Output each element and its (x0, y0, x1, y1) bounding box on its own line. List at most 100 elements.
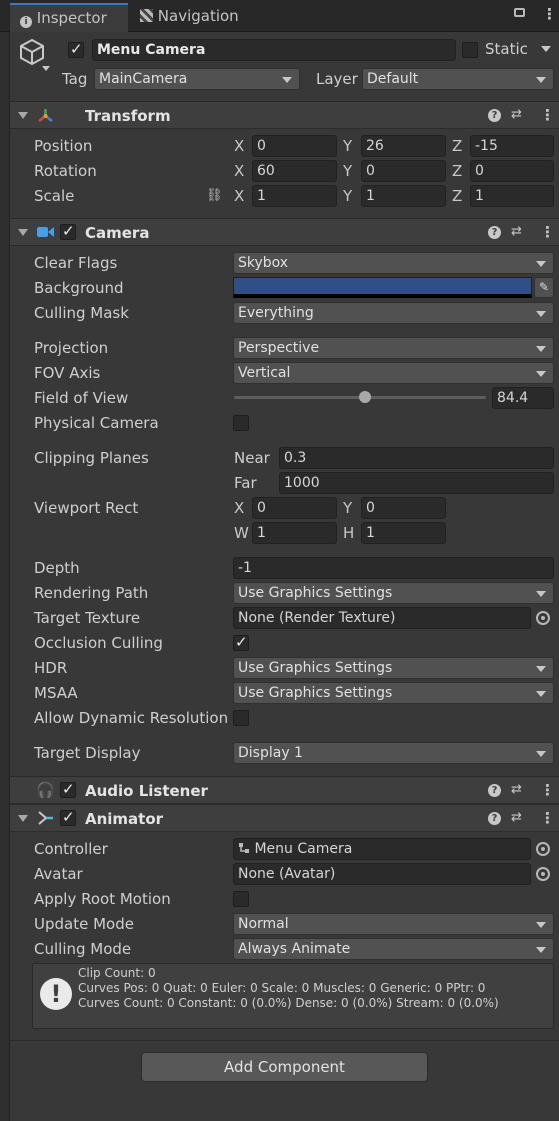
info-line-clip-count: Clip Count: 0 (78, 966, 156, 980)
static-checkbox[interactable] (462, 42, 478, 58)
dynamic-resolution-label: Allow Dynamic Resolution (34, 709, 229, 727)
culling-mask-label: Culling Mask (34, 304, 129, 322)
object-picker-icon[interactable] (536, 842, 550, 856)
dynamic-resolution-checkbox[interactable] (233, 710, 249, 726)
icon-dropdown-caret[interactable] (42, 66, 50, 71)
viewport-h-field[interactable]: 1 (361, 522, 446, 544)
rotation-x-field[interactable]: 60 (252, 160, 337, 182)
rotation-z-label[interactable]: Z (452, 162, 462, 180)
layer-dropdown[interactable]: Default (362, 68, 554, 90)
object-picker-icon[interactable] (536, 867, 550, 881)
tag-dropdown[interactable]: MainCamera (94, 68, 300, 90)
scale-x-field[interactable]: 1 (252, 185, 337, 207)
viewport-y-label[interactable]: Y (343, 499, 352, 517)
viewport-x-label[interactable]: X (234, 499, 244, 517)
fov-slider-thumb[interactable] (359, 391, 372, 403)
viewport-x-field[interactable]: 0 (252, 497, 337, 519)
help-icon[interactable]: ? (488, 109, 501, 122)
far-field[interactable]: 1000 (279, 472, 554, 494)
constrain-proportions-icon[interactable]: ⛓ (206, 188, 223, 203)
foldout-arrow-icon[interactable] (18, 229, 28, 236)
avatar-field[interactable]: None (Avatar) (233, 863, 531, 885)
preset-icon[interactable]: ⇄ (511, 782, 522, 797)
tag-value: MainCamera (99, 71, 188, 87)
tab-bar: i Inspector Navigation ⋮ (0, 0, 559, 32)
active-checkbox[interactable] (68, 40, 84, 58)
position-x-field[interactable]: 0 (252, 135, 337, 157)
position-y-field[interactable]: 26 (361, 135, 446, 157)
static-dropdown-caret[interactable] (541, 46, 551, 52)
add-component-button[interactable]: Add Component (141, 1052, 428, 1082)
transform-icon (37, 107, 54, 124)
object-picker-icon[interactable] (536, 611, 550, 625)
lock-icon[interactable] (514, 8, 525, 17)
context-menu-icon[interactable]: ⋮ (540, 223, 555, 241)
projection-dropdown[interactable]: Perspective (233, 337, 554, 359)
rendering-path-value: Use Graphics Settings (238, 585, 393, 601)
context-menu-icon[interactable]: ⋮ (540, 106, 555, 124)
help-icon[interactable]: ? (488, 226, 501, 239)
fov-value-field[interactable]: 84.4 (492, 387, 554, 409)
camera-enabled-checkbox[interactable] (60, 222, 76, 240)
viewport-w-label[interactable]: W (234, 524, 249, 542)
position-z-label[interactable]: Z (452, 137, 462, 155)
msaa-dropdown[interactable]: Use Graphics Settings (233, 682, 554, 704)
controller-field[interactable]: Menu Camera (233, 838, 531, 860)
near-field[interactable]: 0.3 (279, 447, 554, 469)
background-color-field[interactable] (233, 277, 532, 298)
context-menu-icon[interactable]: ⋮ (540, 781, 555, 799)
culling-mode-dropdown[interactable]: Always Animate (233, 938, 554, 960)
tab-inspector[interactable]: i Inspector (10, 3, 128, 32)
rotation-y-field[interactable]: 0 (361, 160, 446, 182)
eyedropper-icon[interactable]: ✎ (534, 277, 554, 298)
help-icon[interactable]: ? (488, 784, 501, 797)
physical-camera-label: Physical Camera (34, 414, 159, 432)
tab-navigation[interactable]: Navigation (130, 3, 260, 32)
scale-y-label[interactable]: Y (343, 187, 352, 205)
tab-menu-icon[interactable]: ⋮ (542, 5, 557, 23)
gameobject-icon[interactable] (18, 38, 46, 66)
help-icon[interactable]: ? (488, 812, 501, 825)
context-menu-icon[interactable]: ⋮ (540, 809, 555, 827)
preset-icon[interactable]: ⇄ (511, 224, 522, 239)
chevron-down-icon (536, 371, 546, 377)
rotation-z-field[interactable]: 0 (470, 160, 554, 182)
scale-z-field[interactable]: 1 (470, 185, 554, 207)
physical-camera-checkbox[interactable] (233, 415, 249, 431)
chevron-down-icon (536, 751, 546, 757)
position-z-field[interactable]: -15 (470, 135, 554, 157)
audio-listener-enabled-checkbox[interactable] (60, 780, 76, 798)
clear-flags-dropdown[interactable]: Skybox (233, 252, 554, 274)
chevron-down-icon (536, 947, 546, 953)
culling-mask-dropdown[interactable]: Everything (233, 302, 554, 324)
preset-icon[interactable]: ⇄ (511, 107, 522, 122)
position-x-label[interactable]: X (234, 137, 244, 155)
camera-title: Camera (85, 224, 150, 242)
apply-root-motion-checkbox[interactable] (233, 891, 249, 907)
warning-icon: ! (40, 978, 72, 1010)
foldout-arrow-icon[interactable] (18, 112, 28, 119)
scale-z-label[interactable]: Z (452, 187, 462, 205)
depth-field[interactable]: -1 (233, 557, 554, 579)
preset-icon[interactable]: ⇄ (511, 810, 522, 825)
update-mode-dropdown[interactable]: Normal (233, 913, 554, 935)
position-y-label[interactable]: Y (343, 137, 352, 155)
target-texture-field[interactable]: None (Render Texture) (233, 607, 531, 629)
scale-y-field[interactable]: 1 (361, 185, 446, 207)
viewport-h-label[interactable]: H (343, 524, 354, 542)
rendering-path-dropdown[interactable]: Use Graphics Settings (233, 582, 554, 604)
rotation-x-label[interactable]: X (234, 162, 244, 180)
viewport-y-field[interactable]: 0 (361, 497, 446, 519)
fov-axis-dropdown[interactable]: Vertical (233, 362, 554, 384)
animator-enabled-checkbox[interactable] (60, 808, 76, 826)
rotation-y-label[interactable]: Y (343, 162, 352, 180)
hdr-dropdown[interactable]: Use Graphics Settings (233, 657, 554, 679)
viewport-w-field[interactable]: 1 (252, 522, 337, 544)
static-label: Static (485, 40, 528, 58)
clipping-planes-label: Clipping Planes (34, 449, 149, 467)
object-name-field[interactable]: Menu Camera (92, 39, 456, 61)
scale-x-label[interactable]: X (234, 187, 244, 205)
target-display-dropdown[interactable]: Display 1 (233, 742, 554, 764)
occlusion-culling-checkbox[interactable] (233, 633, 249, 651)
foldout-arrow-icon[interactable] (18, 815, 28, 822)
